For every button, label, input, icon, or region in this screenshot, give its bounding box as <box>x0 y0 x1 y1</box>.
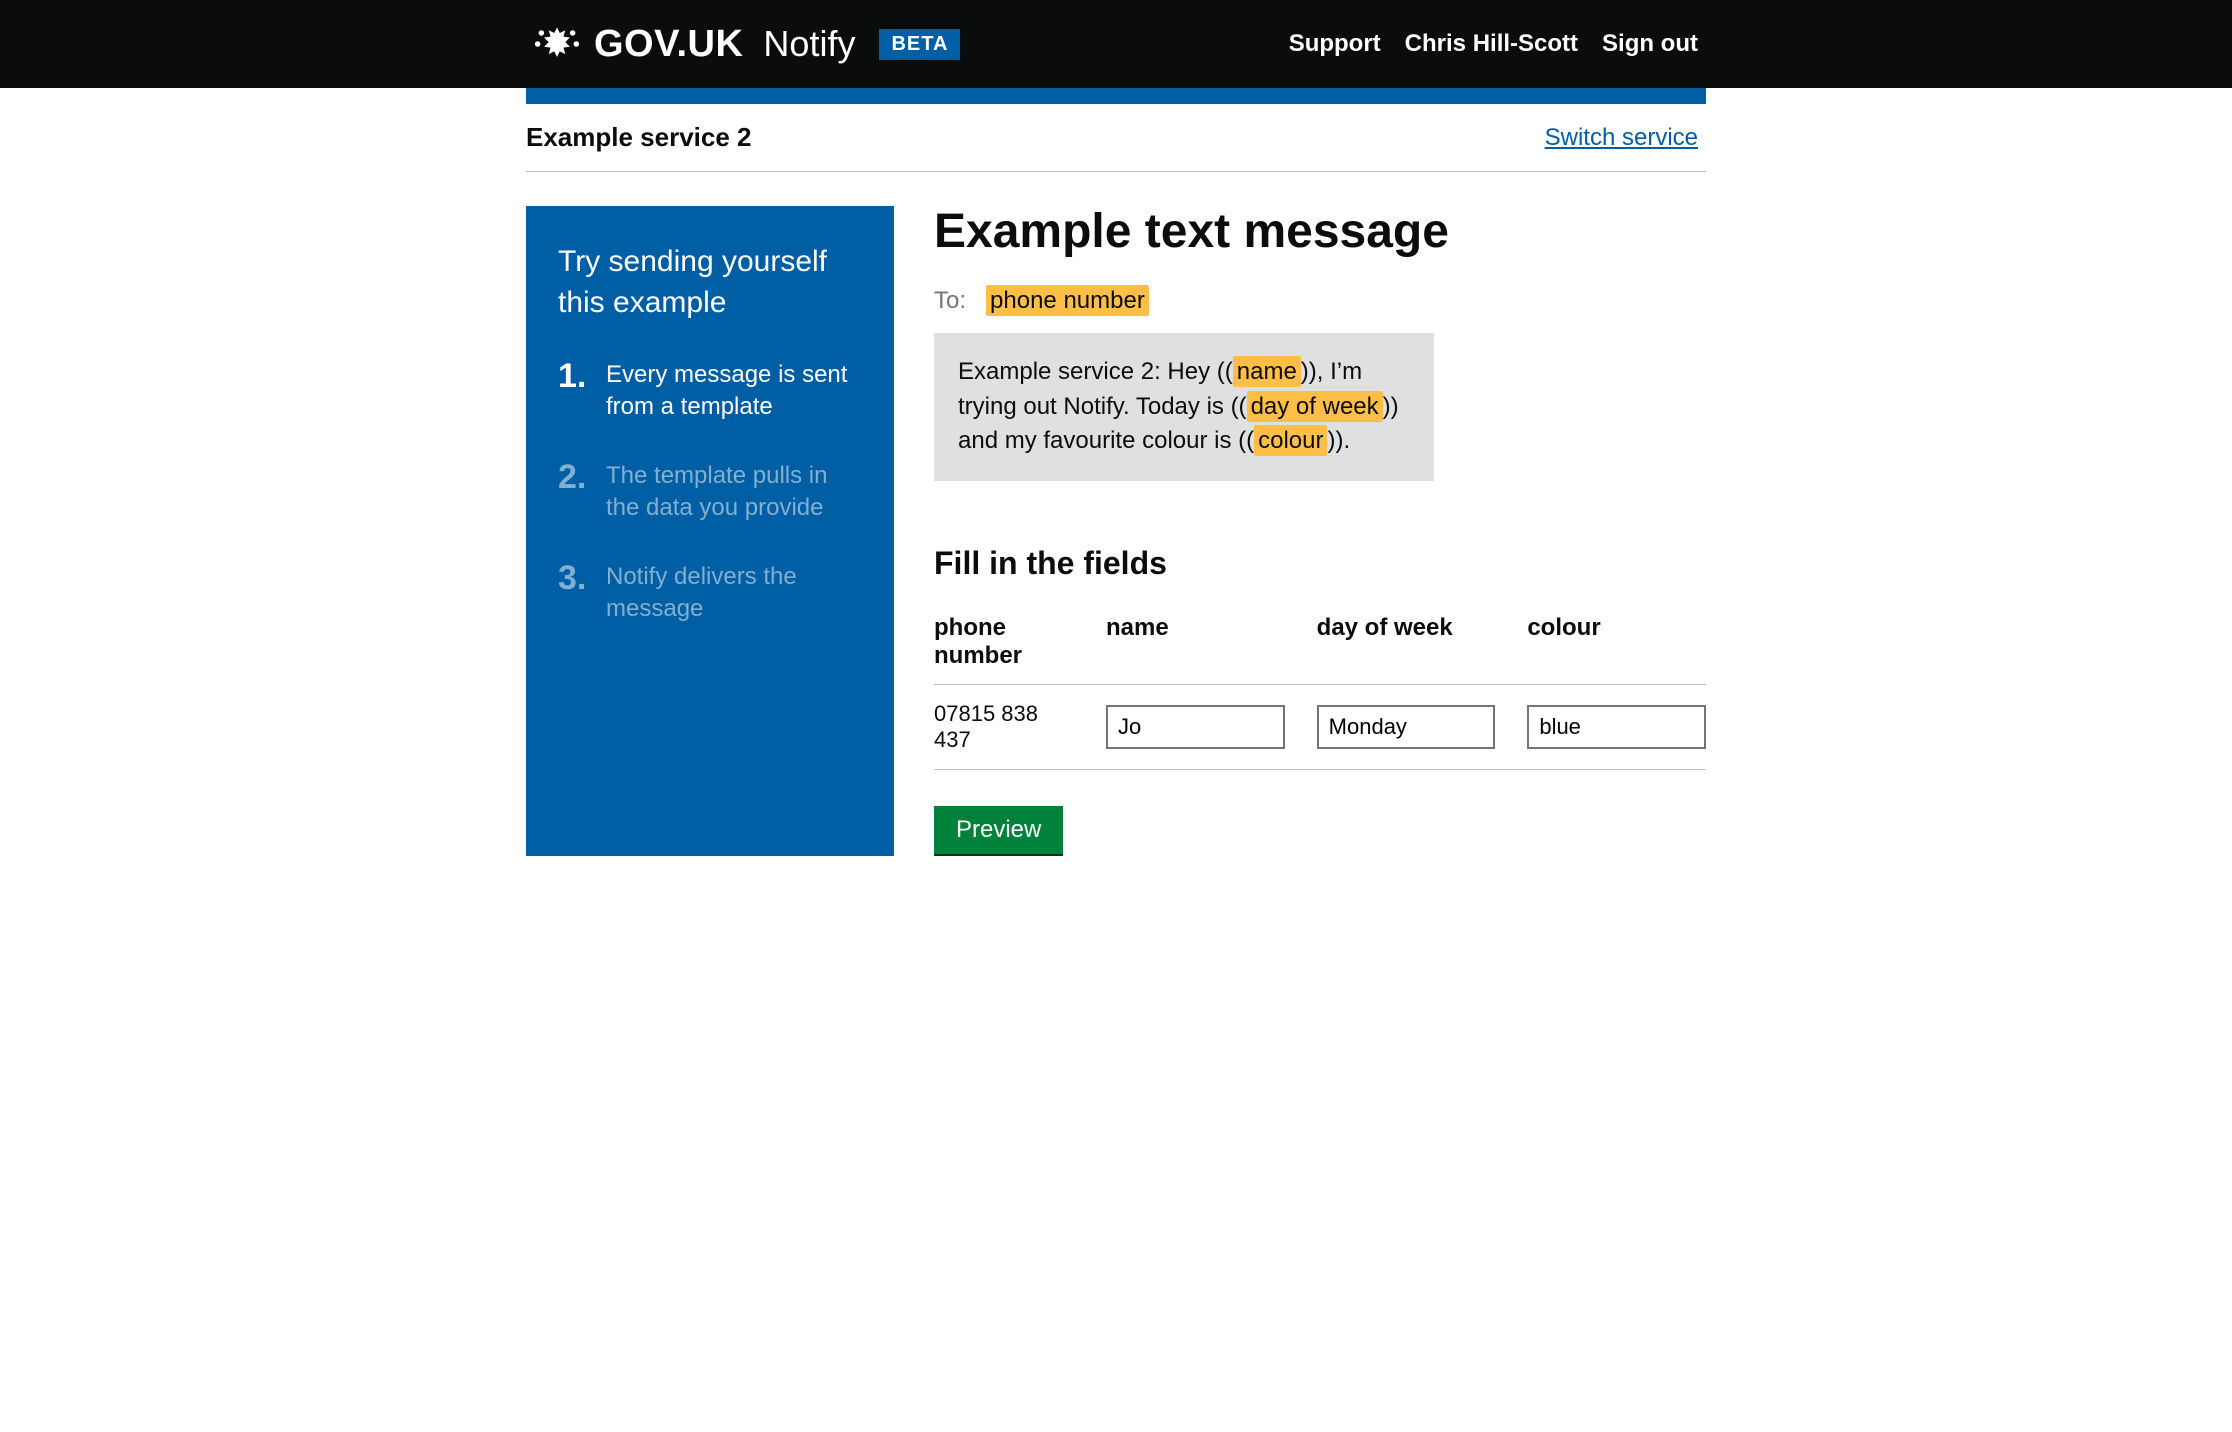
step-number: 1. <box>558 359 586 424</box>
message-preview: Example service 2: Hey ((name)), I’m try… <box>934 333 1434 481</box>
to-row: To: phone number <box>934 287 1706 315</box>
placeholder-colour: colour <box>1254 425 1327 456</box>
header-brand-block: GOV.UK Notify BETA <box>534 23 960 66</box>
govuk-logo-text[interactable]: GOV.UK <box>594 23 743 66</box>
service-name: Example service 2 <box>526 122 752 153</box>
col-day: day of week <box>1317 614 1496 642</box>
nav-user[interactable]: Chris Hill-Scott <box>1405 30 1578 58</box>
day-input[interactable] <box>1317 705 1496 749</box>
step-number: 2. <box>558 460 586 525</box>
tour-step-2: 2. The template pulls in the data you pr… <box>558 460 862 525</box>
global-header: GOV.UK Notify BETA Support Chris Hill-Sc… <box>0 0 2232 88</box>
to-label: To: <box>934 287 966 314</box>
page-title: Example text message <box>934 206 1706 259</box>
placeholder-day: day of week <box>1247 391 1383 422</box>
nav-support[interactable]: Support <box>1289 30 1381 58</box>
fields-header-row: phone number name day of week colour <box>934 614 1706 685</box>
beta-badge: BETA <box>879 29 960 60</box>
header-nav: Support Chris Hill-Scott Sign out <box>1289 30 1698 58</box>
switch-service-link[interactable]: Switch service <box>1545 124 1698 152</box>
nav-signout[interactable]: Sign out <box>1602 30 1698 58</box>
message-text: Example service 2: Hey (( <box>958 358 1233 385</box>
col-name: name <box>1106 614 1285 642</box>
to-placeholder: phone number <box>986 285 1149 316</box>
preview-button[interactable]: Preview <box>934 806 1063 854</box>
fields-data-row: 07815 838 437 <box>934 685 1706 770</box>
main-content: Example text message To: phone number Ex… <box>934 206 1706 856</box>
tour-sidebar: Try sending yourself this example 1. Eve… <box>526 206 894 856</box>
placeholder-name: name <box>1233 356 1301 387</box>
fill-heading: Fill in the fields <box>934 545 1706 582</box>
service-row: Example service 2 Switch service <box>526 104 1706 172</box>
step-text: The template pulls in the data you provi… <box>606 460 862 525</box>
tour-step-3: 3. Notify delivers the message <box>558 561 862 626</box>
phone-value: 07815 838 437 <box>934 701 1074 753</box>
name-input[interactable] <box>1106 705 1285 749</box>
crown-icon <box>534 25 580 63</box>
step-text: Notify delivers the message <box>606 561 862 626</box>
fields-table: phone number name day of week colour 078… <box>934 614 1706 770</box>
header-blue-bar <box>526 88 1706 104</box>
message-text: )). <box>1327 427 1350 454</box>
step-number: 3. <box>558 561 586 626</box>
col-phone: phone number <box>934 614 1074 670</box>
colour-input[interactable] <box>1527 705 1706 749</box>
step-text: Every message is sent from a template <box>606 359 862 424</box>
col-colour: colour <box>1527 614 1706 642</box>
tour-step-1: 1. Every message is sent from a template <box>558 359 862 424</box>
sidebar-heading: Try sending yourself this example <box>558 242 862 323</box>
product-name[interactable]: Notify <box>763 23 855 65</box>
